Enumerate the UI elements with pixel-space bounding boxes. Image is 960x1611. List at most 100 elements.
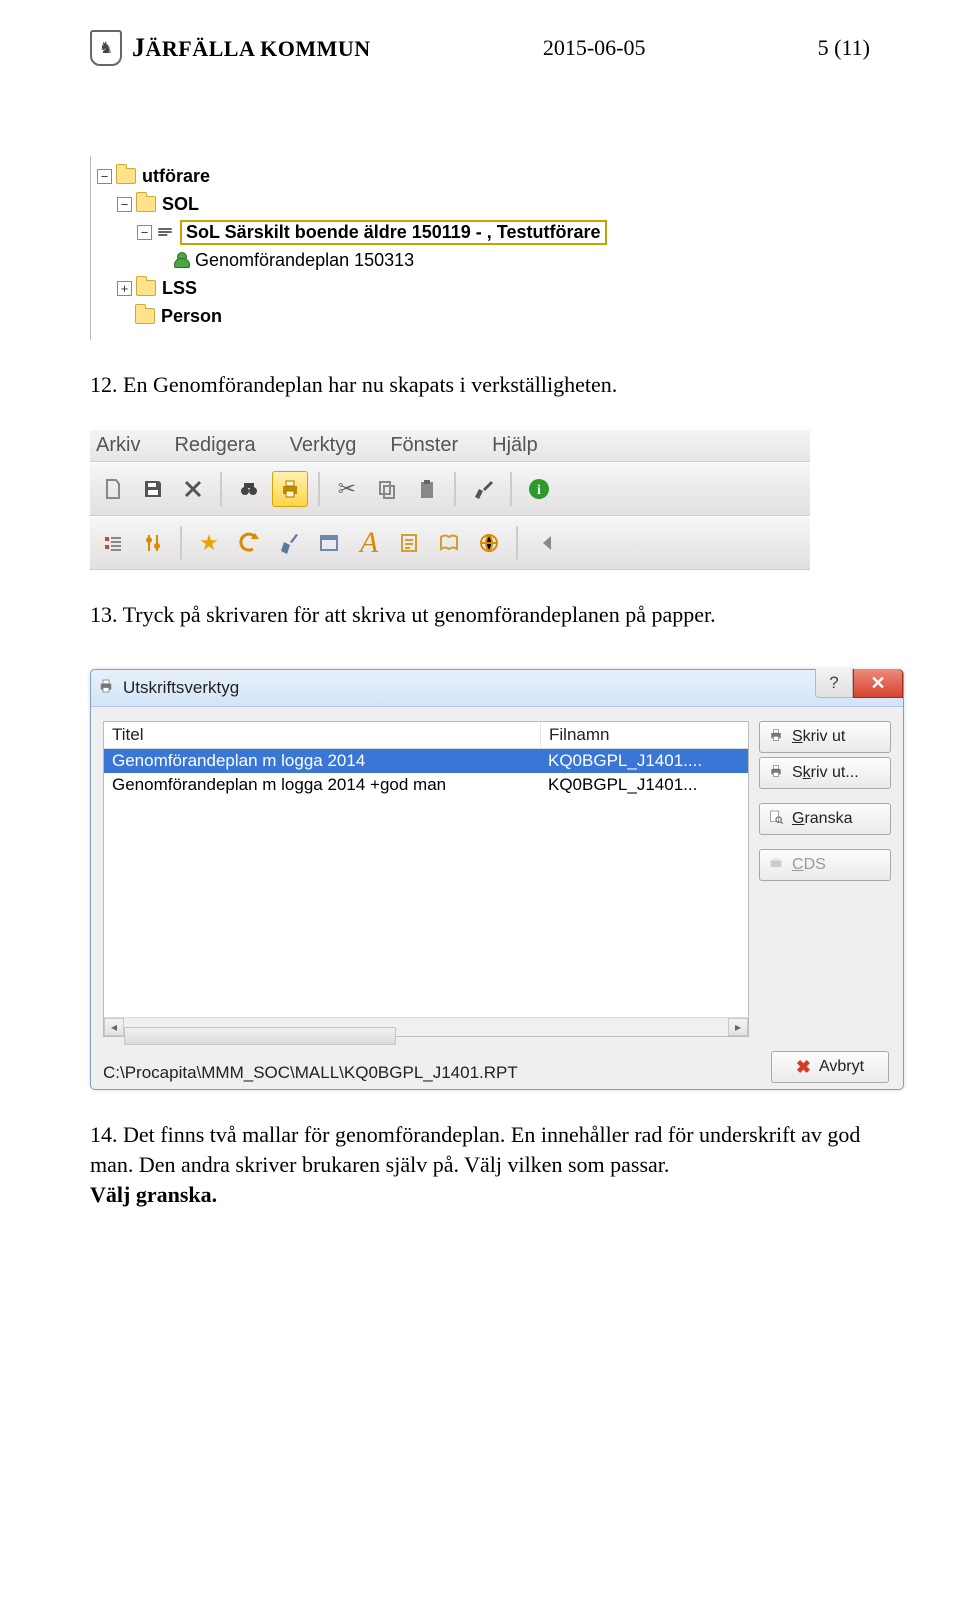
menu-verktyg[interactable]: Verktyg — [290, 434, 357, 457]
list-row[interactable]: Genomförandeplan m logga 2014 +god man K… — [104, 773, 748, 797]
person-icon — [173, 252, 189, 268]
delete-icon[interactable] — [176, 472, 210, 506]
expand-icon[interactable]: + — [117, 281, 132, 296]
copy-icon[interactable] — [370, 472, 404, 506]
paragraph-14: 14. Det finns två mallar för genomförand… — [90, 1120, 870, 1209]
paragraph-13: 13. Tryck på skrivaren för att skriva ut… — [90, 600, 870, 630]
tree-label: SOL — [162, 194, 199, 215]
brush-icon[interactable] — [466, 472, 500, 506]
printer-icon — [97, 677, 115, 700]
kommun-name-first: J — [132, 33, 146, 62]
cell-filnamn: KQ0BGPL_J1401.... — [540, 749, 748, 773]
tree-label: Person — [161, 306, 222, 327]
collapse-icon[interactable]: − — [117, 197, 132, 212]
tree-label: Genomförandeplan 150313 — [195, 250, 414, 271]
printer-icon — [768, 727, 784, 748]
horizontal-scrollbar[interactable]: ◂ ▸ — [104, 1017, 748, 1036]
kommun-logo-icon: ♞ — [90, 30, 122, 66]
separator — [318, 472, 320, 506]
printer-icon[interactable] — [272, 471, 308, 507]
folder-icon — [116, 168, 136, 184]
folder-icon — [136, 196, 156, 212]
globe-icon[interactable] — [472, 526, 506, 560]
close-button[interactable]: ✕ — [853, 669, 903, 698]
kommun-name-rest: ÄRFÄLLA KOMMUN — [146, 36, 371, 61]
dialog-title: Utskriftsverktyg — [123, 678, 239, 698]
separator — [180, 526, 182, 560]
separator — [220, 472, 222, 506]
paragraph-12: 12. En Genomförandeplan har nu skapats i… — [90, 370, 870, 400]
tree-label: utförare — [142, 166, 210, 187]
paragraph-14b: Välj granska. — [90, 1182, 217, 1207]
printer-icon — [768, 763, 784, 784]
tree-label: LSS — [162, 278, 197, 299]
note-icon[interactable] — [392, 526, 426, 560]
collapse-icon[interactable]: − — [97, 169, 112, 184]
separator — [510, 472, 512, 506]
menu-redigera[interactable]: Redigera — [174, 434, 255, 457]
indent-icon[interactable] — [96, 526, 130, 560]
paste-icon[interactable] — [410, 472, 444, 506]
book-icon[interactable] — [432, 526, 466, 560]
tree-view: − utförare − SOL − SoL Särskilt boende ä… — [90, 156, 817, 340]
fax-icon — [768, 855, 784, 876]
col-filnamn[interactable]: Filnamn — [541, 722, 748, 748]
page-header: ♞ JÄRFÄLLA KOMMUN 2015-06-05 5 (11) — [90, 30, 870, 66]
cut-icon[interactable]: ✂ — [330, 472, 364, 506]
script-a-icon[interactable]: A — [352, 526, 386, 560]
kommun-name: JÄRFÄLLA KOMMUN — [132, 33, 371, 63]
tree-item-lss[interactable]: + LSS — [97, 274, 817, 302]
svg-text:i: i — [537, 483, 541, 498]
cell-titel: Genomförandeplan m logga 2014 +god man — [104, 773, 540, 797]
scroll-left-icon[interactable]: ◂ — [104, 1018, 124, 1036]
menu-hjalp[interactable]: Hjälp — [492, 434, 538, 457]
close-icon: ✖ — [796, 1057, 811, 1078]
list-row[interactable]: Genomförandeplan m logga 2014 KQ0BGPL_J1… — [104, 749, 748, 773]
tree-item-person[interactable]: Person — [97, 302, 817, 330]
binoculars-icon[interactable] — [232, 472, 266, 506]
file-path: C:\Procapita\MMM_SOC\MALL\KQ0BGPL_J1401.… — [103, 1063, 518, 1083]
header-page-number: 5 (11) — [818, 35, 870, 61]
undo-icon[interactable] — [232, 526, 266, 560]
star-icon[interactable]: ★ — [192, 526, 226, 560]
pen-icon[interactable] — [272, 526, 306, 560]
template-list: Titel Filnamn Genomförandeplan m logga 2… — [103, 721, 749, 1037]
cell-titel: Genomförandeplan m logga 2014 — [104, 749, 540, 773]
menu-arkiv[interactable]: Arkiv — [96, 434, 140, 457]
tree-item-sol[interactable]: − SOL — [97, 190, 817, 218]
granska-button[interactable]: Granska — [759, 803, 891, 835]
folder-icon — [135, 308, 155, 324]
collapse-icon[interactable]: − — [137, 225, 152, 240]
menu-bar: Arkiv Redigera Verktyg Fönster Hjälp — [90, 430, 810, 462]
separator — [454, 472, 456, 506]
separator — [516, 526, 518, 560]
save-icon[interactable] — [136, 472, 170, 506]
list-headers: Titel Filnamn — [104, 722, 748, 749]
window-icon[interactable] — [312, 526, 346, 560]
tree-item-plan[interactable]: Genomförandeplan 150313 — [97, 246, 817, 274]
dialog-titlebar[interactable]: Utskriftsverktyg ? ✕ — [91, 670, 903, 707]
button-label: Granska — [792, 810, 852, 828]
new-file-icon[interactable] — [96, 472, 130, 506]
cds-button: CDS — [759, 849, 891, 881]
app-toolbars: Arkiv Redigera Verktyg Fönster Hjälp ✂ i — [90, 430, 810, 570]
header-date: 2015-06-05 — [543, 35, 646, 61]
settings-icon[interactable] — [136, 526, 170, 560]
col-titel[interactable]: Titel — [104, 722, 541, 748]
print-dialog: Utskriftsverktyg ? ✕ Titel Filnamn Genom… — [90, 669, 904, 1090]
paragraph-14a: 14. Det finns två mallar för genomförand… — [90, 1122, 860, 1177]
skriv-ut-button[interactable]: Skriv ut — [759, 721, 891, 753]
skriv-ut-dots-button[interactable]: Skriv ut... — [759, 757, 891, 789]
button-label: Avbryt — [819, 1058, 864, 1076]
tree-item-sol-sub[interactable]: − SoL Särskilt boende äldre 150119 - , T… — [97, 218, 817, 246]
menu-fonster[interactable]: Fönster — [390, 434, 458, 457]
avbryt-button[interactable]: ✖ Avbryt — [771, 1051, 889, 1083]
first-icon[interactable] — [528, 526, 562, 560]
preview-icon — [768, 809, 784, 830]
button-label: CDS — [792, 856, 826, 874]
button-label: Skriv ut... — [792, 764, 859, 782]
help-button[interactable]: ? — [815, 669, 853, 698]
tree-item-utforare[interactable]: − utförare — [97, 162, 817, 190]
info-icon[interactable]: i — [522, 472, 556, 506]
scroll-right-icon[interactable]: ▸ — [728, 1018, 748, 1036]
